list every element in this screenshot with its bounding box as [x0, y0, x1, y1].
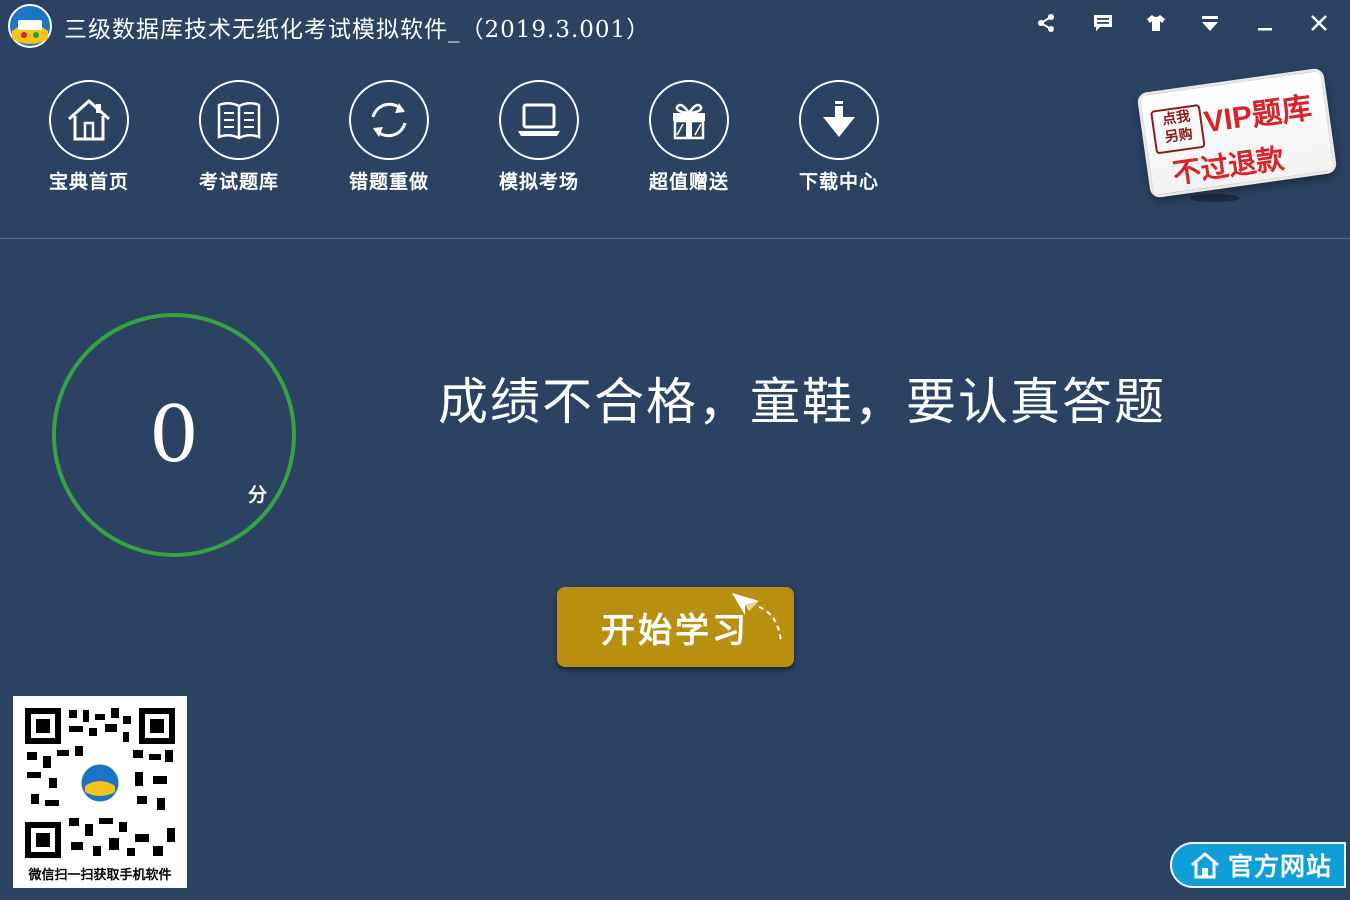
book-icon — [217, 102, 261, 140]
score-value: 0 — [149, 390, 199, 480]
header-divider — [0, 238, 1350, 239]
message-icon — [1094, 15, 1112, 31]
app-title: 三级数据库技术无纸化考试模拟软件_（2019.3.001） — [64, 17, 651, 43]
nav-download-center[interactable]: 下载中心 — [784, 80, 894, 194]
close-button[interactable] — [1305, 10, 1333, 36]
vip-promo-banner[interactable]: 点我 另购 VIP题库 不过退款 — [1135, 66, 1340, 216]
vip-title: VIP题库 — [1201, 91, 1314, 140]
qr-code-panel: 微信扫一扫获取手机软件 — [13, 696, 187, 888]
nav-label: 超值赠送 — [648, 171, 729, 193]
nav-mock-exam[interactable]: 模拟考场 — [484, 80, 594, 194]
home-icon — [1191, 852, 1219, 879]
close-icon — [1311, 15, 1327, 31]
nav-label: 下载中心 — [798, 171, 879, 193]
feedback-button[interactable] — [1089, 10, 1117, 36]
nav-label: 考试题库 — [198, 171, 279, 193]
title-bar: 三级数据库技术无纸化考试模拟软件_（2019.3.001） — [0, 0, 1350, 52]
score-unit: 分 — [248, 484, 268, 506]
score-ring: 0 分 — [52, 313, 296, 557]
start-learning-button[interactable]: 开始学习 — [557, 587, 794, 667]
tshirt-icon — [1147, 15, 1165, 31]
minimize-icon — [1258, 28, 1272, 31]
qr-code-icon — [23, 706, 177, 860]
app-logo-icon — [6, 3, 54, 49]
nav-label: 模拟考场 — [498, 171, 579, 193]
download-icon — [823, 101, 855, 137]
official-website-label: 官方网站 — [1228, 852, 1333, 881]
result-message: 成绩不合格，童鞋，要认真答题 — [438, 373, 1166, 431]
laptop-icon — [518, 103, 560, 136]
nav-redo-mistakes[interactable]: 错题重做 — [334, 80, 444, 194]
nav-gifts[interactable]: 超值赠送 — [634, 80, 744, 194]
nav-question-bank[interactable]: 考试题库 — [184, 80, 294, 194]
dropdown-icon — [1202, 16, 1218, 31]
share-button[interactable] — [1032, 10, 1060, 36]
qr-caption: 微信扫一扫获取手机软件 — [28, 868, 172, 883]
paper-plane-icon — [732, 593, 782, 644]
share-icon — [1038, 14, 1054, 32]
refresh-icon — [371, 102, 407, 138]
nav-label: 宝典首页 — [48, 171, 129, 193]
vip-badge: 点我 另购 — [1150, 103, 1206, 155]
nav-label: 错题重做 — [348, 171, 429, 193]
start-button-label: 开始学习 — [601, 610, 749, 651]
menu-dropdown-button[interactable] — [1196, 10, 1224, 36]
home-icon — [67, 99, 111, 141]
minimize-button[interactable] — [1251, 10, 1279, 36]
official-website-button[interactable]: 官方网站 — [1170, 842, 1346, 888]
gift-icon — [673, 103, 705, 140]
nav-home[interactable]: 宝典首页 — [34, 80, 144, 194]
skin-button[interactable] — [1142, 10, 1170, 36]
